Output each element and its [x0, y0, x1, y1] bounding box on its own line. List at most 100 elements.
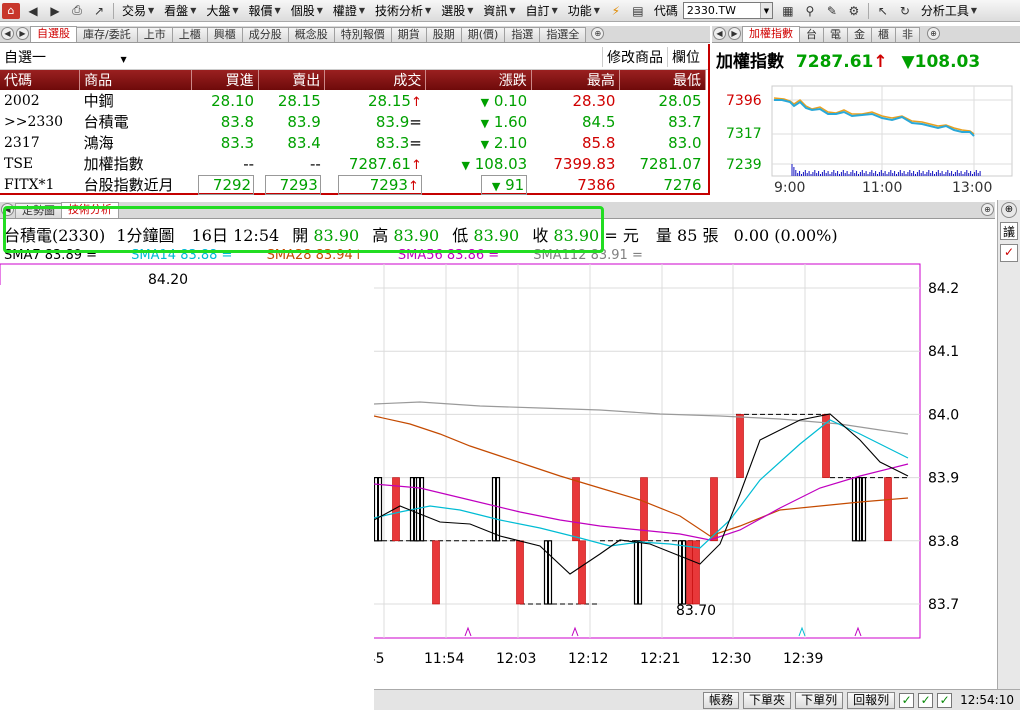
- col-change[interactable]: 漲跌: [425, 70, 532, 90]
- x-tick-label: 12:03: [496, 651, 536, 667]
- tab-otc[interactable]: 櫃: [871, 27, 896, 42]
- row-name: 台積電: [83, 113, 129, 131]
- table-row[interactable]: 2002 中鋼 28.10 28.15 28.15↑ ▼ 0.10 28.30 …: [0, 90, 706, 111]
- tab-stock-futures[interactable]: 股期: [425, 27, 462, 42]
- menu-function[interactable]: 功能 ▼: [563, 2, 605, 19]
- tab-inventory[interactable]: 庫存/委託: [76, 27, 138, 42]
- col-low[interactable]: 最低: [619, 70, 707, 90]
- up-arrow-icon: ↑: [410, 94, 422, 110]
- row-bid: 83.3: [220, 133, 255, 152]
- menu-warrant[interactable]: 權證 ▼: [328, 2, 370, 19]
- check-icon[interactable]: ✓: [899, 692, 915, 708]
- zoom-icon[interactable]: ⊕: [591, 27, 605, 40]
- menu-stock[interactable]: 個股 ▼: [286, 2, 328, 19]
- search-icon[interactable]: ⚲: [801, 3, 819, 19]
- unit-label: = 元: [604, 226, 639, 245]
- tab-tw[interactable]: 台: [799, 27, 824, 42]
- account-button[interactable]: 帳務: [703, 691, 740, 709]
- row-ask: 28.15: [277, 91, 321, 110]
- tab-futures-price[interactable]: 期(價): [460, 27, 506, 42]
- table-row[interactable]: >>2330 台積電 83.8 83.9 83.9= ▼ 1.60 84.5 8…: [0, 111, 706, 132]
- menu-market[interactable]: 大盤 ▼: [201, 2, 243, 19]
- home-icon[interactable]: ⌂: [2, 2, 20, 19]
- row-name: 中鋼: [83, 92, 114, 110]
- code-input[interactable]: 2330.TW ▼: [682, 2, 773, 19]
- tools-icon[interactable]: ✎: [823, 3, 841, 19]
- x-tick-label: 12:12: [568, 651, 608, 667]
- print-icon[interactable]: ⎙: [68, 3, 86, 19]
- order-folder-button[interactable]: 下單夾: [743, 691, 792, 709]
- row-low: 7276: [663, 175, 702, 194]
- tab-index-options-all[interactable]: 指選全: [539, 27, 587, 42]
- columns-button[interactable]: 欄位: [667, 46, 704, 67]
- menu-custom[interactable]: 自訂 ▼: [521, 2, 563, 19]
- col-bid[interactable]: 買進: [191, 70, 259, 90]
- tab-taiex[interactable]: 加權指數: [742, 26, 800, 42]
- chart-settings-icon[interactable]: ⚙: [845, 3, 863, 19]
- volume-label: 量: [655, 226, 672, 245]
- col-high[interactable]: 最高: [531, 70, 620, 90]
- tab-watchlist[interactable]: 自選股: [30, 26, 77, 42]
- tab-non[interactable]: 非: [895, 27, 920, 42]
- x-axis: :4511:5412:0312:1212:2112:3012:39: [362, 651, 823, 667]
- zoom-icon[interactable]: ⊕: [1001, 202, 1017, 218]
- table-icon[interactable]: ▦: [779, 3, 797, 19]
- zoom-icon[interactable]: ⊕: [927, 27, 940, 40]
- tab-listed[interactable]: 上市: [136, 27, 173, 42]
- side-label[interactable]: 議: [1000, 222, 1018, 240]
- tab-finance[interactable]: 金: [847, 27, 872, 42]
- tab-concept[interactable]: 概念股: [287, 27, 335, 42]
- menu-watch[interactable]: 看盤 ▼: [159, 2, 201, 19]
- cursor-icon[interactable]: ↖: [874, 3, 892, 19]
- back-icon[interactable]: ◀: [24, 3, 42, 19]
- new-window-icon[interactable]: ↗: [90, 3, 108, 19]
- table-row[interactable]: TSE 加權指數 -- -- 7287.61↑ ▼ 108.03 7399.83…: [0, 153, 706, 174]
- tab-index-options[interactable]: 指選: [504, 27, 541, 42]
- row-low: 83.0: [668, 133, 702, 152]
- row-last: 83.9=: [375, 112, 422, 131]
- tab-prev-icon[interactable]: ◀: [1, 27, 14, 40]
- menu-info[interactable]: 資訊 ▼: [478, 2, 520, 19]
- menu-technical[interactable]: 技術分析 ▼: [370, 2, 436, 19]
- checkbox-icon[interactable]: ✓: [1000, 244, 1018, 262]
- tab-next-icon[interactable]: ▶: [16, 27, 29, 40]
- edit-items-button[interactable]: 修改商品: [602, 46, 667, 67]
- menu-analysis-tools[interactable]: 分析工具 ▼: [916, 2, 982, 19]
- menu-quote[interactable]: 報價 ▼: [244, 2, 286, 19]
- report-bar-button[interactable]: 回報列: [847, 691, 896, 709]
- order-bar-button[interactable]: 下單列: [795, 691, 844, 709]
- refresh-icon[interactable]: ↻: [896, 3, 914, 19]
- candle: [572, 477, 580, 542]
- zoom-icon[interactable]: ⊕: [981, 203, 994, 216]
- tab-otc[interactable]: 上櫃: [171, 27, 208, 42]
- check-icon[interactable]: ✓: [937, 692, 953, 708]
- row-low: 7281.07: [639, 154, 702, 173]
- tab-prev-icon[interactable]: ◀: [713, 27, 726, 40]
- table-row[interactable]: 2317 鴻海 83.3 83.4 83.3= ▼ 2.10 85.8 83.0: [0, 132, 706, 153]
- tab-components[interactable]: 成分股: [241, 27, 289, 42]
- chevron-down-icon[interactable]: ▼: [759, 3, 772, 18]
- table-row[interactable]: FITX*1 台股指數近月 7292 7293 7293↑ ▼ 91 7386 …: [0, 174, 706, 195]
- mini-y-tick: 7317: [726, 126, 762, 142]
- tab-futures[interactable]: 期貨: [390, 27, 427, 42]
- col-ask[interactable]: 賣出: [258, 70, 326, 90]
- tab-electronics[interactable]: 電: [823, 27, 848, 42]
- watchlist-selector[interactable]: 自選一 ▼: [4, 47, 127, 67]
- menu-trade[interactable]: 交易 ▼: [117, 2, 159, 19]
- y-tick-label: 84.1: [928, 344, 959, 360]
- menu-screener[interactable]: 選股 ▼: [436, 2, 478, 19]
- tab-emerging[interactable]: 興櫃: [206, 27, 243, 42]
- forward-icon[interactable]: ▶: [46, 3, 64, 19]
- row-last: 28.15↑: [367, 91, 422, 110]
- mini-tab-strip: ◀ ▶ 加權指數 台 電 金 櫃 非 ⊕: [712, 26, 1020, 43]
- check-icon[interactable]: ✓: [918, 692, 934, 708]
- col-name[interactable]: 商品: [79, 70, 192, 90]
- tab-next-icon[interactable]: ▶: [728, 27, 741, 40]
- row-code: 2002: [4, 92, 40, 109]
- x-tick-label: 12:30: [711, 651, 751, 667]
- lightning-icon[interactable]: ⚡: [607, 3, 625, 19]
- tab-special-quote[interactable]: 特別報價: [333, 27, 392, 42]
- col-code[interactable]: 代碼: [0, 70, 81, 90]
- notepad-icon[interactable]: ▤: [629, 3, 647, 19]
- col-last[interactable]: 成交: [324, 70, 427, 90]
